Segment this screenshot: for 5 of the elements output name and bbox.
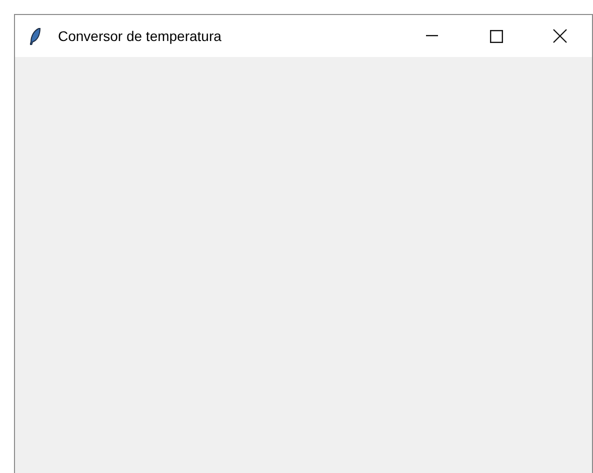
feather-icon (30, 28, 41, 44)
window-title: Conversor de temperatura (58, 26, 222, 46)
minimize-icon (426, 35, 438, 37)
close-icon (553, 29, 567, 43)
maximize-icon (490, 30, 502, 42)
